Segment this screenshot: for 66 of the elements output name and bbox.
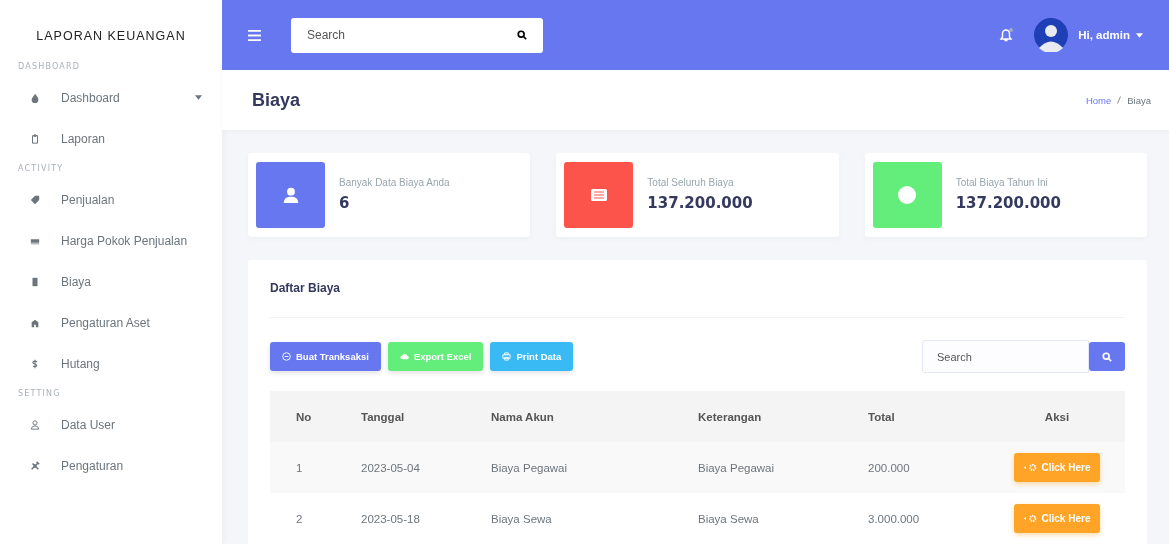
section-header: DASHBOARD [17, 61, 82, 73]
avatar[interactable] [1034, 18, 1069, 52]
stat-value: 137.200.000 [955, 194, 1062, 213]
column-header: Tanggal [360, 391, 490, 442]
sidebar-item[interactable]: Data User [0, 404, 222, 445]
brand-title: LAPORAN KEUANGAN [35, 28, 187, 45]
search-field[interactable]: Search [291, 17, 543, 53]
sidebar-item[interactable]: Dashboard [0, 77, 222, 118]
table-cell: Biaya Sewa [490, 493, 697, 544]
sidebar-item[interactable]: Pengaturan [0, 445, 222, 486]
sidebar-item[interactable]: Hutang [0, 343, 222, 384]
dollar-icon [30, 358, 40, 369]
table-cell: 200.000 [867, 442, 989, 493]
cloud-icon [399, 352, 409, 361]
caret-icon [195, 95, 202, 100]
circle-icon [898, 186, 917, 204]
slash-icon [1117, 96, 1122, 104]
plus-circle-icon [282, 352, 291, 361]
menu-icon[interactable] [248, 29, 261, 41]
card-title: Daftar Biaya [270, 260, 1125, 318]
column-header: Aksi [989, 391, 1125, 442]
stat-value: 137.200.000 [647, 194, 754, 213]
fire-icon [30, 92, 40, 103]
stat-label: Banyak Data Biaya Anda [339, 177, 451, 189]
search-icon[interactable] [517, 29, 527, 40]
caret-gear-icon [1023, 514, 1038, 523]
table-cell: 2023-05-18 [360, 493, 490, 544]
search-field[interactable]: Search [922, 340, 1089, 373]
user-menu[interactable]: Hi, admin [1078, 29, 1130, 41]
table-cell: Biaya Pegawai [697, 442, 867, 493]
clipboard-icon [30, 133, 40, 144]
action-button[interactable]: Buat Tranksaksi [270, 342, 381, 371]
table-cell: 3.000.000 [867, 493, 989, 544]
table-cell: 2 [270, 493, 360, 544]
caret-icon [1136, 32, 1143, 38]
printer-icon [502, 352, 512, 361]
person-icon [281, 186, 300, 204]
column-header: Total [867, 391, 989, 442]
breadcrumb-current: Biaya [1127, 94, 1151, 106]
table-cell: 1 [270, 442, 360, 493]
list-icon [589, 186, 608, 204]
search-icon [1102, 351, 1112, 362]
caret-gear-icon [1023, 463, 1038, 472]
search-button[interactable] [1089, 342, 1125, 371]
house-icon [30, 317, 40, 328]
section-header: SETTING [17, 388, 62, 400]
table-cell: 2023-05-04 [360, 442, 490, 493]
stat-value: 6 [339, 194, 351, 213]
sidebar-item[interactable]: Laporan [0, 118, 222, 159]
column-header: No [270, 391, 360, 442]
bell-icon[interactable] [998, 27, 1015, 43]
table-cell: Biaya Pegawai [490, 442, 697, 493]
sidebar-item[interactable]: Penjualan [0, 179, 222, 220]
page-title: Biaya [252, 89, 301, 111]
section-header: ACTIVITY [17, 163, 65, 175]
breadcrumb-link[interactable]: Home [1085, 94, 1112, 106]
column-header: Keterangan [697, 391, 867, 442]
sidebar-item[interactable]: Pengaturan Aset [0, 302, 222, 343]
user-icon [30, 419, 40, 430]
table-cell: Biaya Sewa [697, 493, 867, 544]
sidebar-item[interactable]: Harga Pokok Penjualan [0, 220, 222, 261]
stat-label: Total Biaya Tahun Ini [955, 177, 1049, 189]
column-header: Nama Akun [490, 391, 697, 442]
stat-label: Total Seluruh Biaya [647, 177, 735, 189]
tag-icon [30, 194, 40, 205]
sidebar-item[interactable]: Biaya [0, 261, 222, 302]
